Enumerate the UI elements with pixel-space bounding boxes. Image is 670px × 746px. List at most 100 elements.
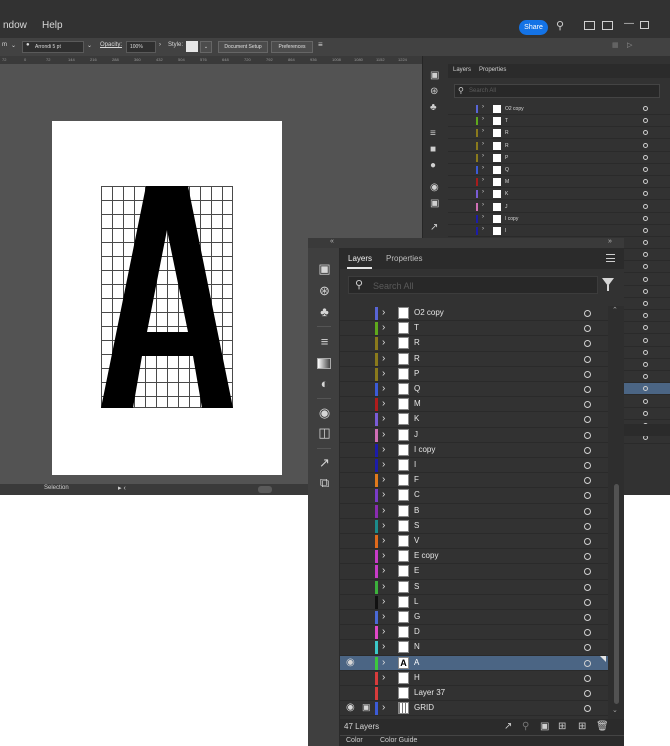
layer-row[interactable]: › C [340, 488, 608, 504]
layer-row[interactable]: › K [448, 188, 670, 201]
eye-visibility-icon[interactable]: ◉ [346, 702, 355, 713]
target-circle-icon[interactable] [643, 191, 648, 197]
tab-color-guide[interactable]: Color Guide [380, 737, 417, 744]
workspace-icon[interactable] [602, 21, 613, 30]
chevron-right-icon[interactable]: › [382, 353, 385, 364]
target-circle-icon[interactable] [584, 310, 591, 317]
layer-row[interactable]: › M [448, 176, 670, 189]
layer-row[interactable]: › R [340, 352, 608, 367]
layer-row[interactable]: › G [340, 610, 608, 626]
layer-row[interactable]: › J [448, 201, 670, 213]
target-circle-icon[interactable] [643, 252, 648, 258]
chevron-right-icon[interactable]: › [382, 398, 385, 409]
target-circle-icon[interactable] [643, 154, 648, 160]
collapse-left-icon[interactable]: « [330, 238, 334, 245]
letter-a-artwork[interactable] [101, 186, 233, 408]
layer-row[interactable]: › I [340, 458, 608, 474]
target-circle-icon[interactable] [584, 614, 591, 621]
target-circle-icon[interactable] [584, 690, 591, 697]
graphic-styles-icon[interactable]: ◫ [317, 425, 332, 440]
layer-row[interactable]: › J [340, 428, 608, 443]
chevron-right-icon[interactable]: › [382, 322, 385, 333]
target-circle-icon[interactable] [643, 362, 648, 367]
target-circle-icon[interactable] [584, 568, 591, 576]
transparency-icon[interactable]: ● [430, 160, 436, 171]
layer-list-scrollbar[interactable]: ⌃ ⌄ [608, 306, 624, 719]
create-new-layer-icon[interactable]: ⊞ [578, 721, 586, 732]
scrollbar-thumb[interactable] [614, 484, 619, 704]
layer-row[interactable]: › R [340, 336, 608, 352]
chevron-right-icon[interactable]: › [482, 153, 484, 159]
layer-row[interactable]: › D [340, 625, 608, 641]
brushes-icon[interactable]: ⊛ [317, 283, 332, 298]
target-circle-icon[interactable] [643, 288, 648, 294]
target-circle-icon[interactable] [643, 264, 648, 270]
layer-search-input[interactable]: ⚲ Search All [348, 276, 598, 294]
chevron-right-icon[interactable]: › [482, 128, 484, 134]
target-circle-icon[interactable] [584, 583, 591, 591]
chevron-right-icon[interactable]: › [482, 116, 484, 122]
chevron-right-icon[interactable]: › [382, 444, 385, 455]
chevron-right-icon[interactable]: › [382, 672, 385, 683]
gradient-icon[interactable] [317, 358, 331, 369]
eye-visibility-icon[interactable]: ◉ [346, 657, 355, 668]
stroke-icon[interactable]: ≡ [430, 128, 436, 139]
layer-row[interactable]: › P [448, 152, 670, 164]
layer-row[interactable]: ◉ › A A [340, 655, 608, 671]
target-circle-icon[interactable] [584, 674, 591, 682]
layer-row[interactable]: › B [340, 504, 608, 519]
symbols-icon[interactable]: ♣ [317, 304, 332, 319]
layer-row[interactable]: › K [340, 412, 608, 428]
target-circle-icon[interactable] [643, 215, 648, 221]
target-circle-icon[interactable] [584, 477, 591, 485]
symbols-icon[interactable]: ♣ [430, 102, 437, 113]
appearance-icon[interactable]: ◉ [317, 405, 332, 420]
layer-row[interactable]: › S [340, 519, 608, 534]
chevron-right-icon[interactable]: › [482, 189, 484, 195]
target-circle-icon[interactable] [584, 401, 591, 409]
panel-toggle-icon[interactable]: ▷ [627, 41, 632, 49]
opacity-field[interactable]: 100% [126, 41, 156, 53]
lock-icon[interactable]: ▣ [362, 702, 371, 713]
create-sublayer-icon[interactable]: ⊞ [558, 721, 566, 732]
target-circle-icon[interactable] [643, 313, 648, 319]
chevron-down-icon[interactable]: ⌄ [11, 42, 16, 49]
chevron-down-icon[interactable]: ⌄ [87, 42, 92, 49]
target-circle-icon[interactable] [643, 106, 648, 111]
layer-row[interactable]: › I [448, 225, 670, 237]
layer-row[interactable]: › S [340, 580, 608, 595]
layer-row[interactable]: › V [340, 534, 608, 550]
target-circle-icon[interactable] [584, 325, 591, 333]
chevron-right-icon[interactable]: › [482, 104, 484, 110]
target-circle-icon[interactable] [584, 340, 591, 348]
target-circle-icon[interactable] [643, 386, 648, 392]
tab-layers[interactable]: Layers [348, 254, 372, 263]
chevron-right-icon[interactable]: › [382, 505, 385, 516]
layer-row[interactable]: › M [340, 397, 608, 413]
tab-color[interactable]: Color [346, 737, 363, 744]
search-icon[interactable]: ⚲ [556, 19, 564, 32]
target-circle-icon[interactable] [643, 203, 648, 209]
chevron-right-icon[interactable]: › [382, 368, 385, 379]
target-circle-icon[interactable] [584, 644, 591, 652]
chevron-right-icon[interactable]: › [382, 383, 385, 394]
stroke-icon[interactable]: ≡ [317, 334, 332, 349]
scroll-knob[interactable] [258, 486, 272, 493]
chevron-right-icon[interactable]: › [382, 520, 385, 531]
opacity-label[interactable]: Opacity: [100, 42, 122, 48]
chevron-right-icon[interactable]: › [482, 165, 484, 171]
layer-row[interactable]: › H [340, 671, 608, 686]
layer-row[interactable]: › E copy [340, 549, 608, 565]
target-circle-icon[interactable] [643, 142, 648, 148]
target-circle-icon[interactable] [643, 325, 648, 331]
brush-dropdown[interactable]: ● Arrondi 5 pt [22, 41, 84, 53]
chevron-right-icon[interactable]: › [382, 474, 385, 485]
target-circle-icon[interactable] [584, 355, 591, 363]
target-circle-icon[interactable] [584, 462, 591, 469]
layer-row[interactable]: › T [448, 115, 670, 128]
share-button[interactable]: Share [519, 20, 548, 35]
target-circle-icon[interactable] [584, 705, 591, 713]
arrange-documents-icon[interactable] [584, 21, 595, 30]
style-dropdown[interactable]: ⌄ [200, 41, 212, 53]
chevron-right-icon[interactable]: › [382, 337, 385, 348]
